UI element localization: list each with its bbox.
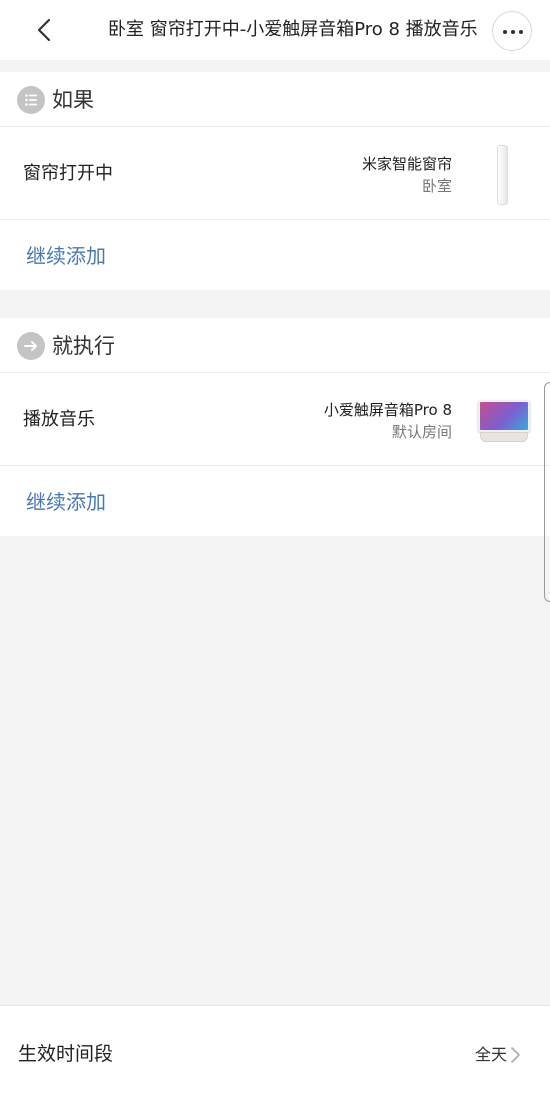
action-label: 播放音乐 — [23, 409, 95, 430]
effective-time-row[interactable]: 生效时间段 全天 — [0, 1005, 550, 1098]
action-device-room: 默认房间 — [391, 423, 452, 441]
then-section: 就执行 播放音乐 小爱触屏音箱Pro 8 默认房间 继续添加 — [0, 318, 550, 536]
then-section-header: 就执行 — [0, 318, 550, 373]
condition-label: 窗帘打开中 — [23, 163, 113, 184]
if-section: 如果 窗帘打开中 米家智能窗帘 卧室 继续添加 — [0, 72, 550, 290]
action-row[interactable]: 播放音乐 小爱触屏音箱Pro 8 默认房间 — [0, 374, 550, 466]
list-icon — [17, 86, 45, 114]
page-title: 卧室 窗帘打开中-小爱触屏音箱Pro 8 播放音乐 — [108, 19, 478, 40]
condition-device-room: 卧室 — [421, 177, 452, 195]
curtain-image — [497, 145, 508, 205]
add-action-link[interactable]: 继续添加 — [26, 488, 106, 516]
effective-time-value: 全天 — [474, 1045, 507, 1064]
add-condition-link[interactable]: 继续添加 — [26, 242, 106, 270]
chevron-left-icon[interactable] — [30, 14, 60, 46]
edge-scroll-indicator — [544, 382, 550, 602]
dot — [503, 30, 507, 34]
arrow-right-icon — [17, 332, 45, 360]
effective-time-label: 生效时间段 — [18, 1043, 114, 1065]
speaker-screen — [478, 400, 530, 432]
condition-device-name: 米家智能窗帘 — [361, 155, 452, 173]
dot — [519, 30, 523, 34]
if-section-header: 如果 — [0, 72, 550, 127]
action-device-name: 小爱触屏音箱Pro 8 — [323, 401, 452, 419]
speaker-base — [480, 432, 528, 442]
smart-speaker-image — [476, 398, 532, 444]
then-section-title: 就执行 — [52, 334, 115, 358]
more-dots-icon[interactable] — [492, 11, 532, 51]
condition-row[interactable]: 窗帘打开中 米家智能窗帘 卧室 — [0, 128, 550, 220]
dot — [511, 30, 515, 34]
if-section-title: 如果 — [52, 88, 94, 112]
chevron-right-icon — [508, 1044, 522, 1066]
top-bar: 卧室 窗帘打开中-小爱触屏音箱Pro 8 播放音乐 — [0, 0, 550, 60]
